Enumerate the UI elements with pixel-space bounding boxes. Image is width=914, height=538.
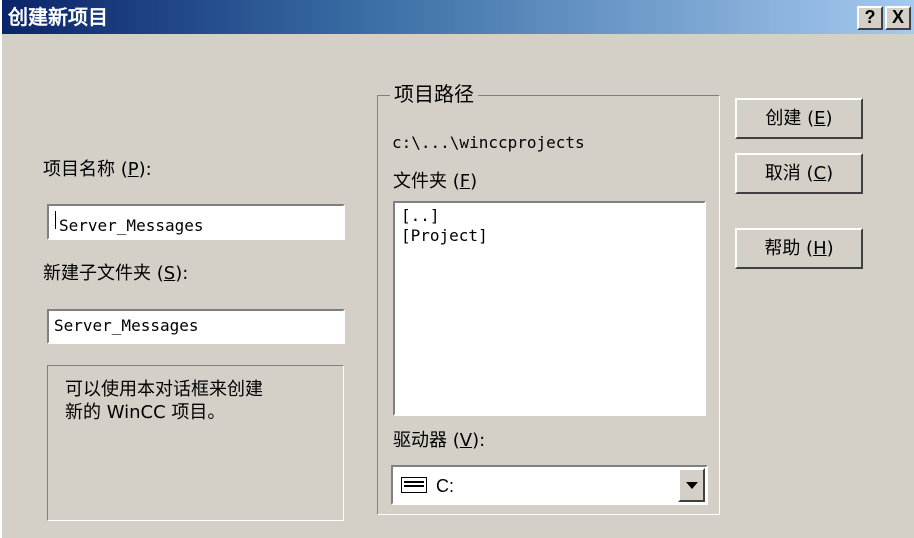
dropdown-arrow-icon[interactable] — [678, 468, 705, 502]
subfolder-value: Server_Messages — [54, 316, 199, 335]
drive-value: C: — [436, 476, 454, 496]
folder-item-project[interactable]: [Project] — [401, 226, 488, 246]
create-project-dialog: 创建新项目 ? X 项目名称 (P): Server_Messages 新建子文… — [0, 0, 914, 538]
folder-label: 文件夹 (F) — [393, 171, 478, 192]
help-button[interactable]: 帮助 (H) — [735, 228, 863, 269]
text-caret — [55, 211, 56, 229]
dialog-title: 创建新项目 — [8, 5, 108, 29]
drive-label: 驱动器 (V): — [393, 430, 486, 451]
title-bar[interactable]: 创建新项目 ? X — [2, 0, 914, 34]
drive-select[interactable]: C: — [391, 465, 708, 505]
info-text: 可以使用本对话框来创建 新的 WinCC 项目。 — [65, 379, 263, 423]
help-icon[interactable]: ? — [857, 6, 883, 30]
project-name-label: 项目名称 (P): — [43, 159, 152, 180]
cancel-button[interactable]: 取消 (C) — [735, 153, 863, 194]
project-path-title: 项目路径 — [390, 82, 478, 106]
info-panel: 可以使用本对话框来创建 新的 WinCC 项目。 — [47, 365, 344, 521]
folder-list[interactable]: [..] [Project] — [393, 201, 706, 416]
drive-icon — [401, 477, 427, 493]
project-name-value: Server_Messages — [54, 211, 204, 235]
project-path-value: c:\...\winccprojects — [392, 133, 585, 152]
create-button[interactable]: 创建 (E) — [735, 98, 863, 139]
subfolder-input[interactable]: Server_Messages — [47, 309, 345, 344]
folder-item-parent[interactable]: [..] — [401, 206, 440, 226]
subfolder-label: 新建子文件夹 (S): — [43, 263, 189, 284]
close-icon[interactable]: X — [885, 6, 911, 30]
project-name-input[interactable]: Server_Messages — [47, 204, 345, 240]
